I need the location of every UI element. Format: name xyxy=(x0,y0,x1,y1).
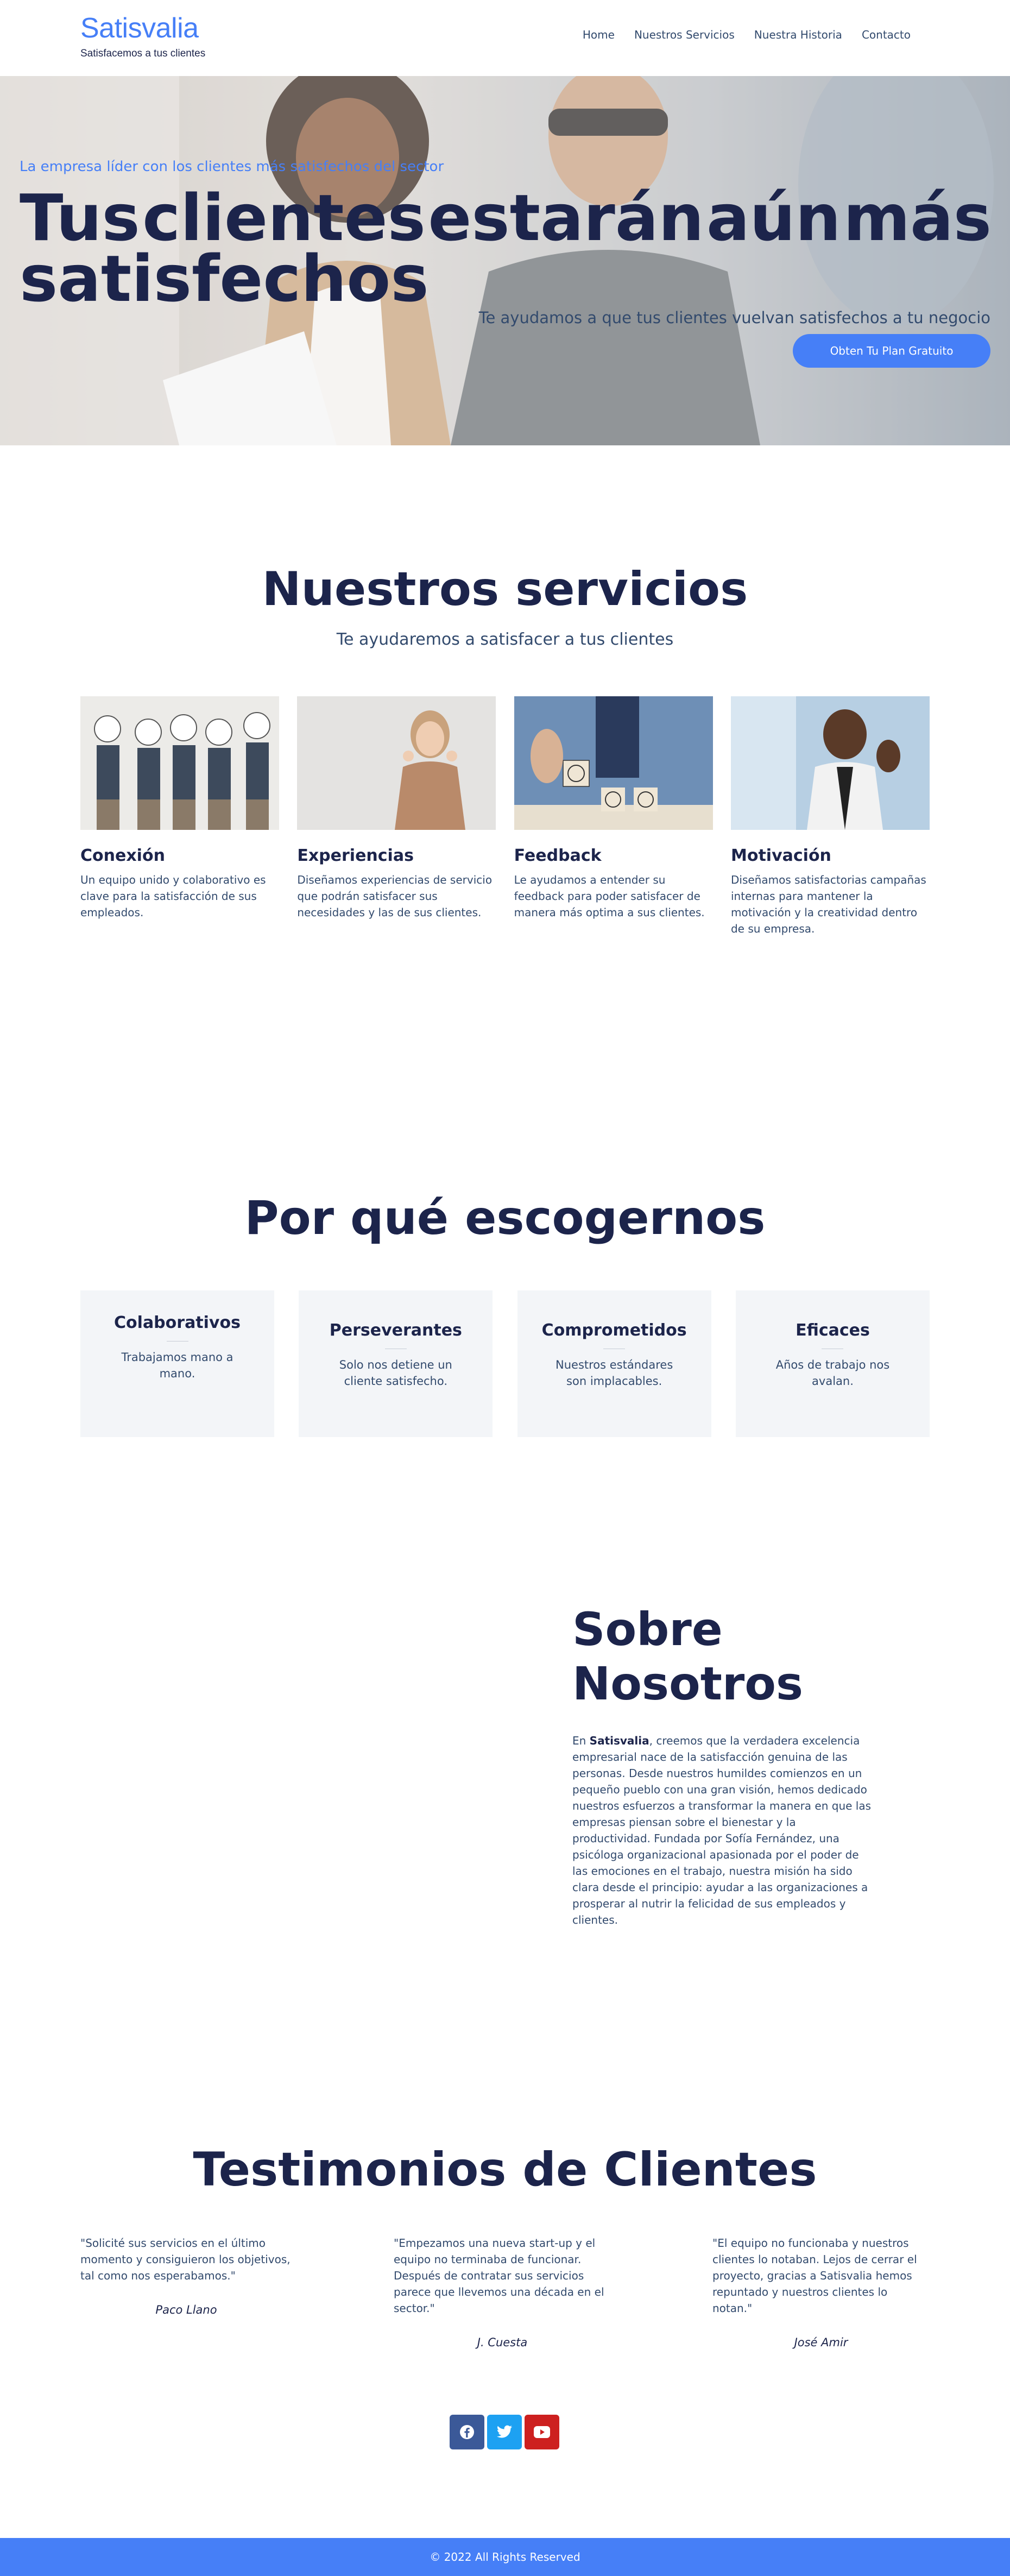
service-image-feedback xyxy=(514,696,713,830)
testimonial-author: José Amir xyxy=(794,2336,848,2349)
why-grid: Colaborativos Trabajamos mano a mano. Pe… xyxy=(80,1290,930,1437)
service-title: Experiencias xyxy=(297,846,414,865)
services-title: Nuestros servicios xyxy=(262,562,748,616)
site-footer: © 2022 All Rights Reserved xyxy=(0,2538,1010,2576)
testimonial-quote: "El equipo no funcionaba y nuestros clie… xyxy=(712,2237,917,2315)
hero-title: Tus clientes estarán aún más satisfechos xyxy=(20,180,992,316)
nav-item-home[interactable]: Home xyxy=(573,28,624,41)
why-card-text: Trabajamos mano a mano. xyxy=(121,1351,233,1380)
brand[interactable]: Satisvalia Satisfacemos a tus clientes xyxy=(80,12,205,60)
hero-title-word: Tus xyxy=(20,180,140,255)
service-card-experiencias: Experiencias Diseñamos experiencias de s… xyxy=(297,696,496,937)
about-text-pre: En xyxy=(572,1734,590,1747)
nav-item-servicios[interactable]: Nuestros Servicios xyxy=(624,28,744,41)
testimonial: "Solicité sus servicios en el último mom… xyxy=(80,2235,292,2349)
service-card-motivacion: Motivación Diseñamos satisfactorias camp… xyxy=(730,696,930,937)
youtube-icon[interactable] xyxy=(525,2415,559,2449)
free-plan-button[interactable]: Obten Tu Plan Gratuito xyxy=(793,334,990,368)
why-card: Eficaces Años de trabajo nos avalan. xyxy=(735,1290,930,1437)
brand-logo-text[interactable]: Satisvalia xyxy=(80,12,205,45)
service-card-feedback: Feedback Le ayudamos a entender su feedb… xyxy=(514,696,713,937)
testimonial-quote: "Empezamos una nueva start-up y el equip… xyxy=(394,2237,604,2315)
copyright-text: © 2022 All Rights Reserved xyxy=(430,2550,580,2564)
hero-title-word: clientes xyxy=(142,180,426,255)
why-card: Perseverantes Solo nos detiene un client… xyxy=(299,1290,493,1437)
main-nav: Home Nuestros Servicios Nuestra Historia… xyxy=(573,28,920,41)
why-card-title: Perseverantes xyxy=(329,1321,462,1340)
hero-section: La empresa líder con los clientes más sa… xyxy=(0,76,1010,445)
service-text: Le ayudamos a entender su feedback para … xyxy=(514,873,705,919)
nav-item-contacto[interactable]: Contacto xyxy=(852,28,920,41)
about-text-body: , creemos que la verdadera excelencia em… xyxy=(572,1734,872,1926)
why-card-text: Años de trabajo nos avalan. xyxy=(775,1358,890,1388)
hero-title-word: aún xyxy=(706,180,841,255)
service-title: Feedback xyxy=(514,846,602,865)
site-header: Satisvalia Satisfacemos a tus clientes H… xyxy=(0,0,1010,76)
why-title: Por qué escogernos xyxy=(244,1191,766,1245)
testimonial-quote: "Solicité sus servicios en el último mom… xyxy=(80,2237,291,2282)
service-text: Diseñamos experiencias de servicio que p… xyxy=(297,873,493,919)
hero-title-line2: satisfechos xyxy=(20,241,429,316)
twitter-icon[interactable] xyxy=(487,2415,522,2449)
testimonial: "Empezamos una nueva start-up y el equip… xyxy=(394,2235,611,2349)
facebook-icon[interactable] xyxy=(450,2415,484,2449)
why-card-text: Nuestros estándares son implacables. xyxy=(556,1358,673,1388)
testimonial-author: Paco Llano xyxy=(155,2303,217,2316)
service-text: Diseñamos satisfactorias campañas intern… xyxy=(730,873,926,935)
hero-title-line1: Tus clientes estarán aún más xyxy=(20,180,992,255)
about-text: En Satisvalia, creemos que la verdadera … xyxy=(572,1733,876,1928)
hero-eyebrow: La empresa líder con los clientes más sa… xyxy=(20,159,444,175)
service-text: Un equipo unido y colaborativo es clave … xyxy=(80,873,266,919)
why-card: Colaborativos Trabajamos mano a mano. xyxy=(80,1290,274,1437)
service-image-motivacion xyxy=(730,696,930,830)
nav-item-historia[interactable]: Nuestra Historia xyxy=(744,28,852,41)
service-title: Motivación xyxy=(730,846,831,865)
why-card-title: Eficaces xyxy=(796,1321,870,1340)
services-subtitle: Te ayudaremos a satisfacer a tus cliente… xyxy=(336,630,674,649)
hero-title-word: más xyxy=(843,180,992,255)
why-card: Comprometidos Nuestros estándares son im… xyxy=(517,1290,711,1437)
social-links xyxy=(450,2415,559,2449)
why-card-text: Solo nos detiene un cliente satisfecho. xyxy=(339,1358,452,1388)
hero-subtitle: Te ayudamos a que tus clientes vuelvan s… xyxy=(478,308,990,327)
service-card-conexion: Conexión Un equipo unido y colaborativo … xyxy=(80,696,279,937)
hero-title-word: estarán xyxy=(428,180,704,255)
testimonials-title: Testimonios de Clientes xyxy=(193,2143,817,2197)
service-image-experiencias xyxy=(297,696,496,830)
about-brand: Satisvalia xyxy=(589,1734,649,1747)
brand-tagline: Satisfacemos a tus clientes xyxy=(80,48,206,59)
why-card-title: Colaborativos xyxy=(114,1313,241,1332)
service-title: Conexión xyxy=(80,846,165,865)
testimonial-author: J. Cuesta xyxy=(477,2336,528,2349)
why-card-title: Comprometidos xyxy=(541,1321,687,1340)
service-image-conexion xyxy=(80,696,279,830)
testimonials-grid: "Solicité sus servicios en el último mom… xyxy=(80,2235,930,2349)
services-grid: Conexión Un equipo unido y colaborativo … xyxy=(80,696,930,937)
testimonial: "El equipo no funcionaba y nuestros clie… xyxy=(712,2235,930,2349)
about-title: Sobre Nosotros xyxy=(572,1603,804,1710)
